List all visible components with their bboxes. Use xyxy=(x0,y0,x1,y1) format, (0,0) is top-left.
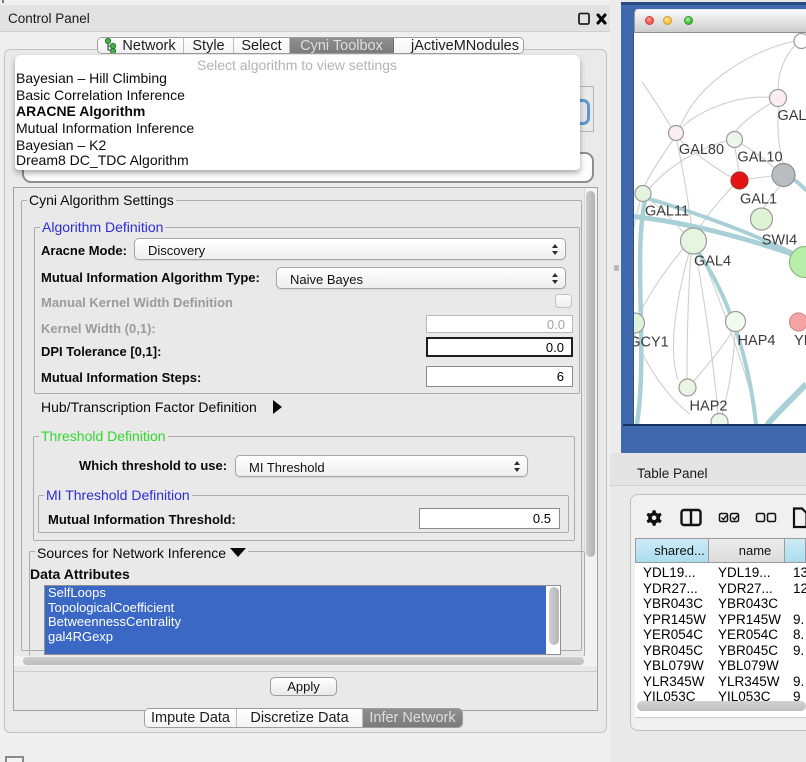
svg-text:GAL10: GAL10 xyxy=(737,150,782,166)
svg-text:HAP2: HAP2 xyxy=(690,399,728,415)
svg-text:GAL1: GAL1 xyxy=(740,192,777,208)
svg-text:GCY1: GCY1 xyxy=(634,335,669,351)
svg-text:SWI4: SWI4 xyxy=(762,233,797,249)
svg-text:HAP4: HAP4 xyxy=(738,333,776,349)
svg-text:GAL80: GAL80 xyxy=(679,142,724,158)
svg-text:GAL11: GAL11 xyxy=(645,204,689,220)
svg-text:GAL7: GAL7 xyxy=(777,108,806,124)
svg-text:GAL4: GAL4 xyxy=(694,254,731,270)
svg-text:YM: YM xyxy=(794,333,806,349)
